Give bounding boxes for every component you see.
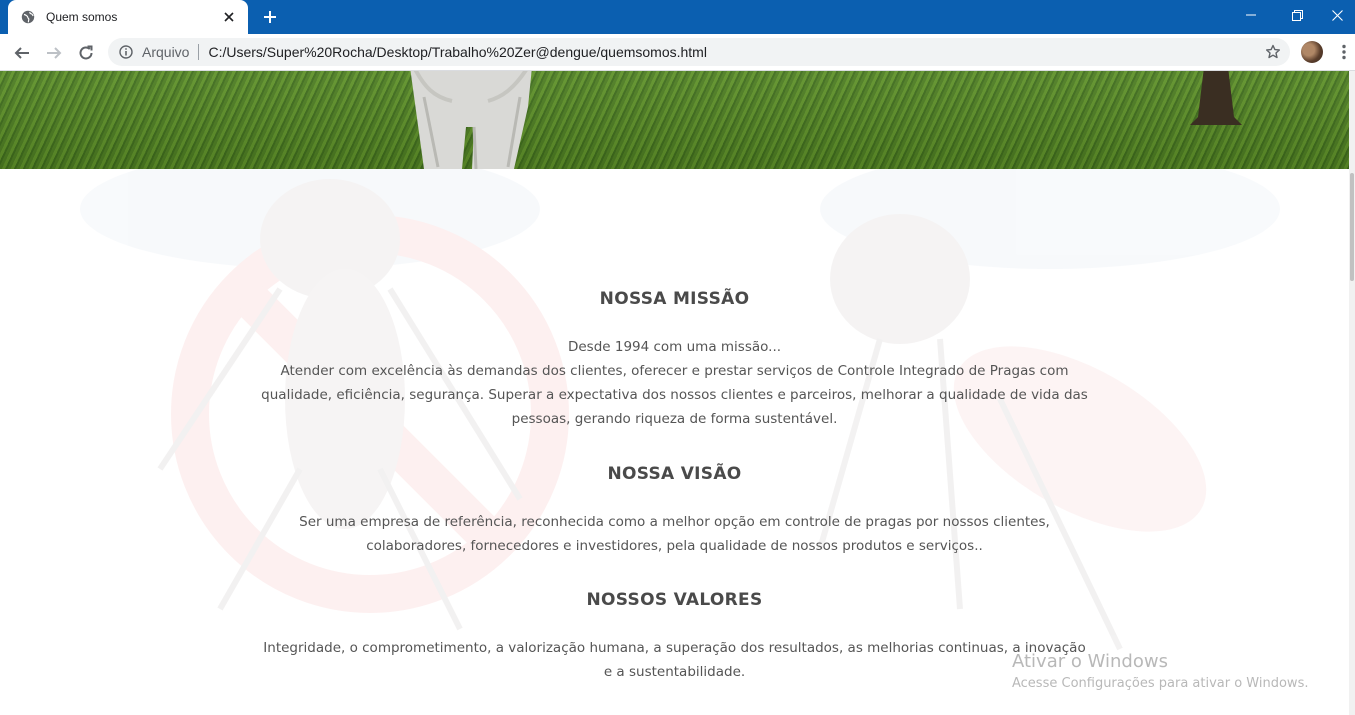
address-bar[interactable]: Arquivo C:/Users/Super%20Rocha/Desktop/T… [108, 38, 1290, 66]
arrow-left-icon [14, 47, 29, 59]
values-text: Integridade, o comprometimento, a valori… [0, 636, 1349, 684]
mission-line: pessoas, gerando riqueza de forma susten… [511, 411, 838, 427]
back-button[interactable] [8, 39, 36, 67]
globe-icon [20, 9, 36, 25]
close-icon[interactable] [220, 8, 238, 26]
values-line: e a sustentabilidade. [603, 664, 746, 680]
profile-avatar[interactable] [1301, 41, 1323, 63]
minimize-icon [1246, 14, 1256, 16]
menu-dots-icon[interactable] [1334, 41, 1354, 63]
url-text[interactable]: C:/Users/Super%20Rocha/Desktop/Trabalho%… [208, 44, 707, 60]
plus-icon [264, 11, 276, 23]
file-scheme-label: Arquivo [142, 44, 190, 60]
tree-trunk [1190, 71, 1242, 125]
reload-icon [79, 45, 93, 60]
arrow-right-icon [47, 47, 62, 59]
values-title: NOSSOS VALORES [586, 590, 763, 610]
browser-tab[interactable]: Quem somos [8, 0, 248, 34]
vision-text: Ser uma empresa de referência, reconheci… [0, 510, 1349, 558]
omnibox-divider [198, 44, 200, 60]
mission-line: Desde 1994 com uma missão... [567, 339, 782, 355]
browser-toolbar: Arquivo C:/Users/Super%20Rocha/Desktop/T… [0, 34, 1355, 71]
restore-icon [1291, 9, 1303, 21]
forward-button[interactable] [40, 39, 68, 67]
hero-image [0, 71, 1349, 169]
mission-text: Desde 1994 com uma missão... Atender com… [0, 335, 1349, 431]
vision-line: colaboradores, fornecedores e investidor… [366, 538, 983, 554]
vision-title: NOSSA VISÃO [607, 464, 742, 484]
mission-line: Atender com excelência às demandas dos c… [280, 363, 1069, 379]
browser-titlebar: Quem somos [0, 0, 1355, 34]
page-scrollbar[interactable] [1349, 71, 1355, 715]
minimize-button[interactable] [1228, 0, 1274, 30]
info-icon[interactable] [118, 44, 134, 60]
values-line: Integridade, o comprometimento, a valori… [263, 640, 1086, 656]
mosquito-background-illustration [80, 169, 1280, 651]
window-close-button[interactable] [1320, 0, 1355, 30]
mission-line: qualidade, eficiência, segurança. Supera… [261, 387, 1088, 403]
scrollbar-thumb[interactable] [1350, 173, 1354, 281]
worker-figure [410, 71, 532, 169]
reload-button[interactable] [72, 39, 100, 67]
new-tab-button[interactable] [258, 6, 282, 28]
tab-title: Quem somos [46, 10, 118, 24]
vision-line: Ser uma empresa de referência, reconheci… [299, 514, 1050, 530]
mission-title: NOSSA MISSÃO [599, 289, 750, 309]
bookmark-star-icon[interactable] [1264, 43, 1282, 61]
restore-button[interactable] [1274, 0, 1320, 30]
close-window-icon [1332, 9, 1343, 21]
page-viewport: NOSSA MISSÃO Desde 1994 com uma missão..… [0, 71, 1349, 715]
